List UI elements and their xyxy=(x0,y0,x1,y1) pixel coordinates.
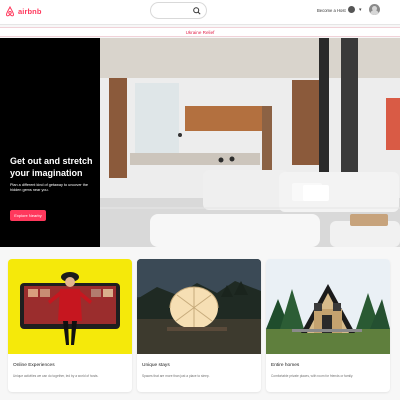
user-avatar-icon[interactable] xyxy=(369,4,380,15)
airbnb-logo-icon xyxy=(5,5,15,16)
logo-text: airbnb xyxy=(18,6,42,16)
card-description: Spaces that are more than just a place t… xyxy=(142,374,210,378)
card-title: Entire homes xyxy=(271,363,300,368)
airbnb-logo[interactable]: airbnb xyxy=(5,4,42,18)
online-experiences-illustration-icon xyxy=(8,259,132,354)
chevron-down-icon[interactable]: ▾ xyxy=(359,7,362,13)
cabin-house-scene-icon xyxy=(266,259,390,354)
hero-title: Get out and stretch your imagination xyxy=(10,156,93,178)
hero-subtitle: Plan a different kind of getaway to unco… xyxy=(10,183,89,193)
card-title: Unique stays xyxy=(142,363,170,368)
globe-icon[interactable] xyxy=(348,6,355,13)
hero-text-panel: Get out and stretch your imagination Pla… xyxy=(0,38,100,247)
explore-nearby-button[interactable]: Explore Nearby xyxy=(10,210,46,221)
card-title: Online Experiences xyxy=(13,363,55,368)
online-experiences-image xyxy=(8,259,132,354)
card-description: Comfortable private places, with room fo… xyxy=(271,374,354,378)
search-icon[interactable] xyxy=(192,6,202,16)
banner-text[interactable]: Ukraine Relief xyxy=(186,30,215,35)
card-online-experiences[interactable]: Online Experiences Unique activities we … xyxy=(8,259,132,392)
top-header: airbnb Become a Host ▾ xyxy=(0,0,400,25)
relief-banner[interactable]: Ukraine Relief xyxy=(0,27,400,37)
entire-homes-image xyxy=(266,259,390,354)
card-unique-stays[interactable]: Unique stays Spaces that are more than j… xyxy=(137,259,261,392)
dome-tent-scene-icon xyxy=(137,259,261,354)
hero-section: Get out and stretch your imagination Pla… xyxy=(0,38,400,247)
card-description: Unique activities we can do together, le… xyxy=(13,374,99,378)
become-host-link[interactable]: Become a Host xyxy=(317,8,346,13)
unique-stays-image xyxy=(137,259,261,354)
card-entire-homes[interactable]: Entire homes Comfortable private places,… xyxy=(266,259,390,392)
search-bar[interactable] xyxy=(150,2,207,19)
